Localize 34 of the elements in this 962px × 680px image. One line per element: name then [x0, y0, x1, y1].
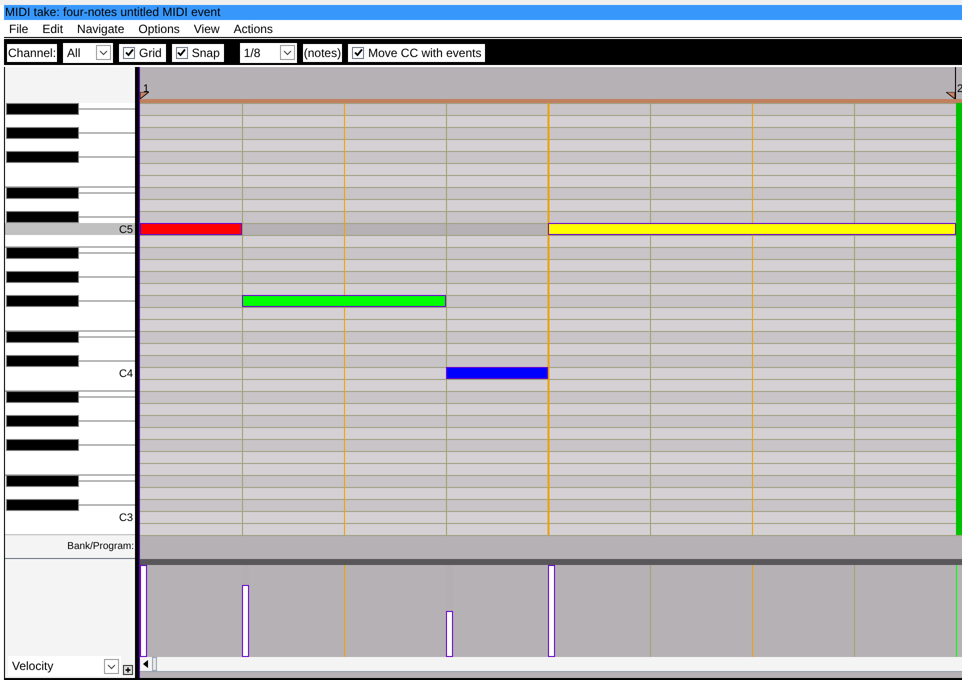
midi-note[interactable]	[548, 223, 956, 235]
menu-item[interactable]: File	[9, 20, 28, 38]
ruler-label: 1	[143, 84, 150, 95]
checkmark-icon	[124, 48, 134, 57]
chevron-down-icon	[104, 658, 119, 674]
checkbox-option[interactable]: Move CC with events	[348, 44, 486, 62]
key-label: C5	[118, 224, 133, 236]
window-title: MIDI take: four-notes untitled MIDI event	[4, 5, 962, 20]
menu-item[interactable]: Actions	[234, 20, 273, 38]
chevron-down-icon	[96, 45, 112, 60]
cc-lane-dropdown[interactable]: Velocity	[8, 656, 121, 676]
bank-program-label: Bank/Program:	[67, 540, 134, 554]
checkbox-option[interactable]: Snap	[172, 44, 224, 62]
key-label: C4	[118, 368, 133, 380]
velocity-bar[interactable]	[140, 565, 147, 657]
division-unit-label: (notes)	[302, 44, 342, 62]
menu-item[interactable]: Edit	[42, 20, 64, 38]
channel-dropdown[interactable]: All	[63, 42, 114, 62]
midi-note[interactable]	[242, 295, 446, 307]
velocity-bar[interactable]	[446, 611, 453, 657]
velocity-bar[interactable]	[548, 565, 555, 657]
menu-item[interactable]: Options	[138, 20, 180, 38]
channel-label: Channel:	[7, 44, 58, 62]
key-label: C3	[118, 512, 133, 524]
chevron-down-icon	[280, 45, 295, 60]
checkmark-icon	[177, 48, 186, 57]
plus-box-icon[interactable]	[123, 665, 133, 675]
checkbox-option[interactable]: Grid	[119, 44, 166, 62]
velocity-bar[interactable]	[242, 585, 249, 657]
checkmark-icon	[354, 48, 363, 57]
menu-item[interactable]: View	[194, 20, 220, 38]
menu-item[interactable]: Navigate	[77, 20, 124, 38]
grid-division-dropdown[interactable]: 1/8	[240, 42, 297, 62]
scrollbar-thumb[interactable]	[152, 657, 157, 671]
